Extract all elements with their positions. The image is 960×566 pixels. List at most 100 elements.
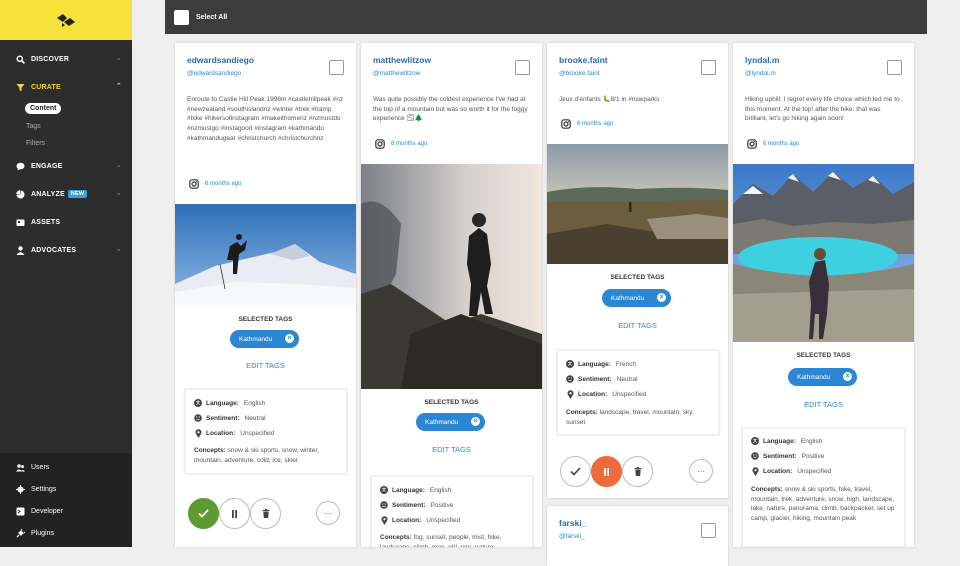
edit-tags-link[interactable]: EDIT TAGS — [733, 400, 914, 409]
language-label: Language: — [763, 437, 796, 445]
tag-chip[interactable]: Kathmandu × — [230, 330, 299, 348]
nav-users[interactable]: Users — [15, 460, 49, 474]
post-age[interactable]: 6 months ago — [747, 139, 799, 149]
username[interactable]: edwardsandiego — [187, 55, 254, 65]
nav-curate[interactable]: CURATE ⌃ — [0, 76, 132, 98]
selected-tags-heading: SELECTED TAGS — [424, 399, 479, 406]
select-card-checkbox[interactable] — [701, 523, 716, 538]
delete-button[interactable] — [622, 456, 653, 487]
subnav-tags[interactable]: Tags — [26, 123, 41, 130]
nav-engage[interactable]: ENGAGE ⌄ — [0, 155, 132, 177]
new-badge: NEW — [67, 190, 88, 198]
nav-label: ADVOCATES — [31, 246, 77, 254]
edit-tags-link[interactable]: EDIT TAGS — [547, 321, 728, 330]
select-card-checkbox[interactable] — [701, 60, 716, 75]
username[interactable]: brooke.faint — [559, 55, 608, 65]
language-value: French — [615, 360, 637, 368]
approve-button[interactable] — [560, 456, 591, 487]
user-handle[interactable]: @matthewlitzow — [373, 70, 420, 77]
remove-tag-icon[interactable]: × — [657, 293, 666, 302]
post-photo[interactable] — [547, 144, 728, 264]
delete-button[interactable] — [250, 498, 281, 529]
content-card: edwardsandiego @edwardsandiego Enroute t… — [175, 43, 356, 547]
user-handle[interactable]: @edwardsandiego — [187, 70, 241, 77]
language-label: Language: — [578, 360, 611, 368]
age-label: 6 months ago — [763, 141, 800, 147]
nav-label: Plugins — [31, 529, 54, 537]
nav-label: ENGAGE — [31, 162, 63, 170]
nav-developer[interactable]: Developer — [15, 504, 63, 518]
post-caption: Jeux d'enfants 🐛8/1 in #nswparks — [559, 96, 660, 103]
location-row: Location: Unspecified — [380, 515, 461, 525]
post-caption: Enroute to Castle Hill Peak 1998m #castl… — [187, 96, 344, 142]
user-handle[interactable]: @brooke.faint — [559, 70, 600, 77]
sentiment-label: Sentiment: — [763, 452, 797, 460]
plug-icon — [15, 528, 25, 538]
language-icon: 文 — [566, 360, 574, 368]
select-card-checkbox[interactable] — [515, 60, 530, 75]
location-value: Unspecified — [426, 516, 461, 524]
select-card-checkbox[interactable] — [329, 60, 344, 75]
edit-tags-link[interactable]: EDIT TAGS — [361, 445, 542, 454]
nav-label: ANALYZE — [31, 190, 65, 198]
user-handle[interactable]: @farski_ — [559, 533, 585, 540]
select-card-checkbox[interactable] — [887, 60, 902, 75]
more-options-button[interactable]: ··· — [689, 459, 713, 483]
language-row: 文 Language: English — [751, 437, 822, 445]
location-label: Location: — [578, 390, 608, 398]
post-photo[interactable] — [361, 164, 542, 389]
language-icon: 文 — [380, 486, 388, 494]
approve-button[interactable] — [188, 498, 219, 529]
sentiment-row: Sentiment: Positive — [751, 452, 824, 460]
language-row: 文 Language: French — [566, 360, 636, 368]
search-icon — [15, 54, 25, 64]
subnav-filters[interactable]: Filters — [26, 140, 45, 147]
subnav-content[interactable]: Content — [25, 103, 62, 114]
happy-face-icon — [380, 501, 388, 509]
language-label: Language: — [392, 486, 425, 494]
post-age[interactable]: 6 months ago — [189, 179, 241, 189]
remove-tag-icon[interactable]: × — [843, 372, 852, 381]
tag-chip[interactable]: Kathmandu × — [602, 289, 671, 307]
nav-advocates[interactable]: ADVOCATES ⌄ — [0, 239, 132, 261]
username[interactable]: lyndal.m — [745, 55, 779, 65]
post-age[interactable]: 6 months ago — [375, 139, 427, 149]
pause-button[interactable] — [219, 498, 250, 529]
tag-chip[interactable]: Kathmandu × — [416, 413, 485, 431]
bulk-action-bar: Select All — [165, 0, 927, 34]
username[interactable]: farski_ — [559, 518, 586, 528]
nav-settings[interactable]: Settings — [15, 482, 56, 496]
sentiment-value: Positive — [801, 452, 825, 460]
nav-label: CURATE — [31, 83, 61, 91]
nav-label: Developer — [31, 507, 63, 515]
post-photo[interactable] — [733, 164, 914, 342]
pause-button[interactable] — [591, 456, 622, 487]
sentiment-row: Sentiment: Neutral — [566, 375, 638, 383]
nav-assets[interactable]: ASSETS — [0, 211, 132, 233]
pause-icon — [604, 467, 609, 476]
pause-icon — [232, 509, 237, 518]
nav-analyze[interactable]: ANALYZE NEW ⌄ — [0, 183, 132, 205]
instagram-icon — [375, 139, 385, 149]
remove-tag-icon[interactable]: × — [285, 334, 294, 343]
post-caption: Hiking uphill: I regret every life choic… — [745, 96, 900, 123]
post-age[interactable]: 6 months ago — [561, 119, 613, 129]
username[interactable]: matthewlitzow — [373, 55, 431, 65]
concepts-label: Concepts: — [194, 447, 226, 454]
post-photo[interactable] — [175, 204, 356, 305]
content-card: brooke.faint @brooke.faint Jeux d'enfant… — [547, 43, 728, 498]
tag-chip[interactable]: Kathmandu × — [788, 368, 857, 386]
more-options-button[interactable]: ··· — [316, 501, 340, 525]
brand-logo[interactable] — [0, 0, 132, 40]
person-icon — [15, 245, 25, 255]
content-metadata: 文 Language: English Sentiment: Positive … — [742, 428, 905, 547]
sentiment-value: Neutral — [244, 414, 266, 422]
edit-tags-link[interactable]: EDIT TAGS — [175, 361, 356, 370]
user-handle[interactable]: @lyndal.m — [745, 70, 776, 77]
nav-plugins[interactable]: Plugins — [15, 526, 54, 540]
select-all-checkbox[interactable] — [174, 9, 189, 25]
remove-tag-icon[interactable]: × — [471, 417, 480, 426]
trash-icon — [634, 467, 641, 476]
nav-discover[interactable]: DISCOVER ⌄ — [0, 48, 132, 70]
happy-face-icon — [751, 452, 759, 460]
